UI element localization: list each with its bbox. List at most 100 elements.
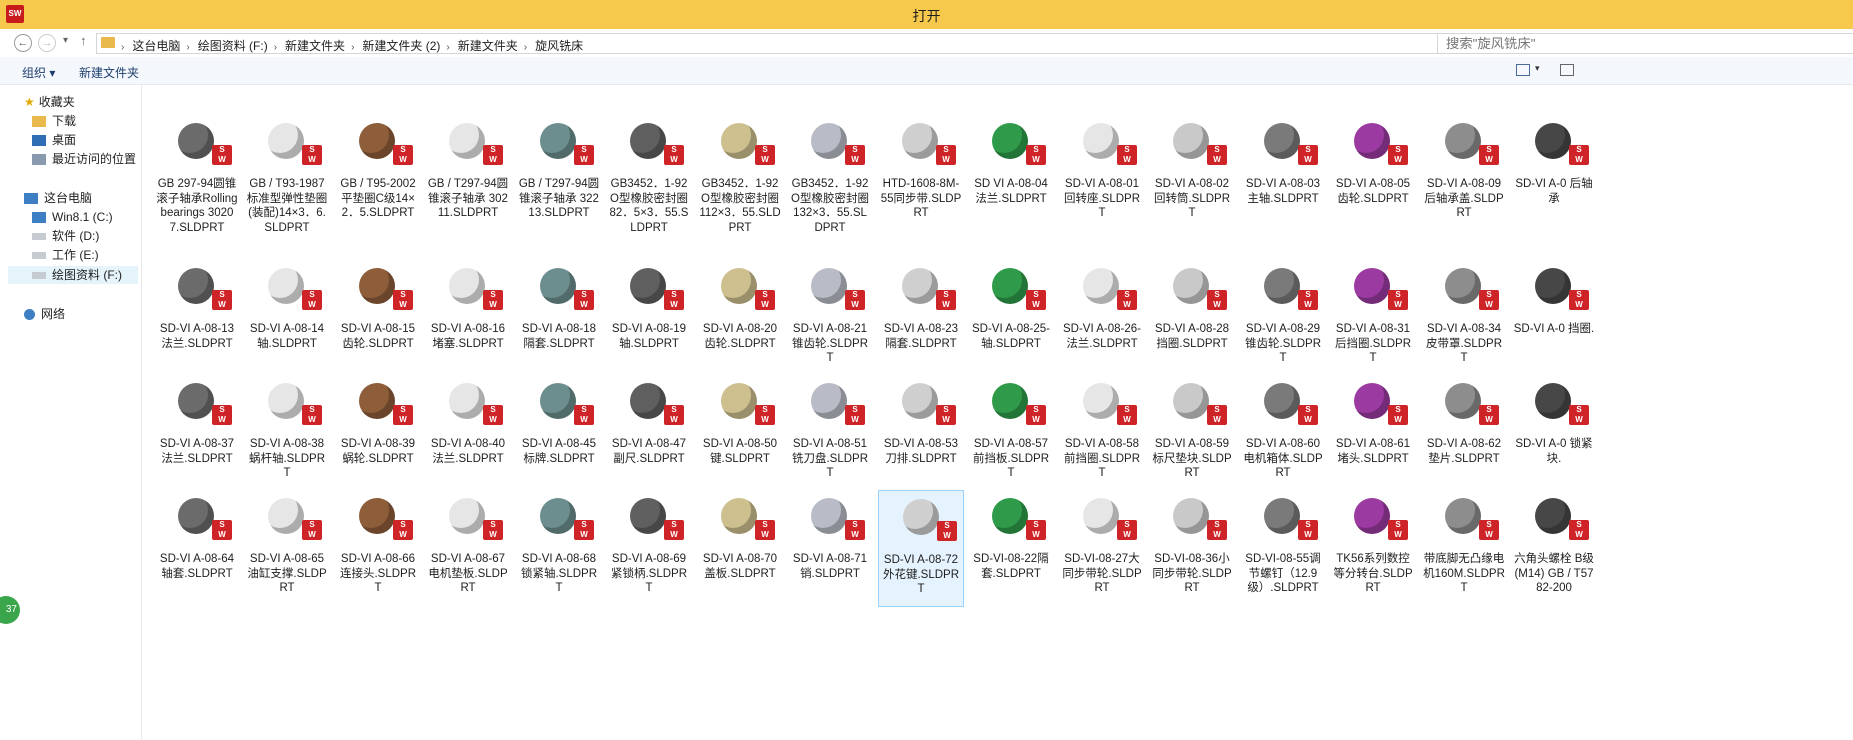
file-item[interactable]: S W GB3452．1-92O型橡胶密封圈132×3．55.SLDPRT — [787, 115, 873, 234]
file-item[interactable]: S W SD-VI A-08-40 法兰.SLDPRT — [425, 375, 511, 480]
file-item[interactable]: S W SD-VI A-08-01 回转座.SLDPRT — [1059, 115, 1145, 220]
file-item[interactable]: S W SD-VI A-08-60 电机箱体.SLDPRT — [1240, 375, 1326, 480]
file-item[interactable]: S W GB / T297-94圆锥滚子轴承 32213.SLDPRT — [516, 115, 602, 220]
change-view-icon[interactable] — [1516, 64, 1530, 76]
file-item[interactable]: S W SD-VI A-08-57 前挡板.SLDPRT — [968, 375, 1054, 480]
file-item[interactable]: S W SD-VI A-08-69 紧锁柄.SLDPRT — [606, 490, 692, 607]
file-item[interactable]: S W SD-VI-08-55调节螺钉（12.9级）.SLDPRT — [1240, 490, 1326, 607]
file-item[interactable]: S W SD-VI-08-27大同步带轮.SLDPRT — [1059, 490, 1145, 607]
file-item[interactable]: S W SD-VI A-08-65 油缸支撑.SLDPRT — [244, 490, 330, 607]
file-item[interactable]: S W SD-VI A-08-58 前挡圈.SLDPRT — [1059, 375, 1145, 480]
breadcrumb-separator-icon[interactable]: › — [121, 42, 124, 53]
file-item[interactable]: S W SD-VI A-08-21 锥齿轮.SLDPRT — [787, 260, 873, 365]
file-item[interactable]: S W SD-VI A-08-50 键.SLDPRT — [697, 375, 783, 480]
file-item[interactable]: S W SD-VI A-08-34 皮带罩.SLDPRT — [1421, 260, 1507, 365]
nav-network[interactable]: 网络 — [24, 305, 65, 323]
back-button[interactable]: ← — [14, 34, 32, 52]
file-item[interactable]: S W SD-VI A-08-16 堵塞.SLDPRT — [425, 260, 511, 365]
nav-drive-d[interactable]: 软件 (D:) — [32, 227, 99, 245]
breadcrumb-item[interactable]: 绘图资料 (F:) — [198, 37, 268, 54]
file-item[interactable]: S W SD-VI A-08-14 轴.SLDPRT — [244, 260, 330, 365]
preview-pane-icon[interactable] — [1560, 64, 1574, 76]
file-item[interactable]: S W SD-VI A-08-20 齿轮.SLDPRT — [697, 260, 783, 365]
file-item[interactable]: S W SD-VI A-08-25-轴.SLDPRT — [968, 260, 1054, 365]
file-item[interactable]: S W SD-VI A-08-53 刀排.SLDPRT — [878, 375, 964, 480]
search-input[interactable] — [1437, 33, 1853, 54]
file-item[interactable]: S W SD-VI A-08-15 齿轮.SLDPRT — [335, 260, 421, 365]
nav-desktop[interactable]: 桌面 — [32, 131, 76, 149]
breadcrumb-separator-icon[interactable]: › — [186, 42, 189, 53]
file-item[interactable]: S W SD-VI A-08-70 盖板.SLDPRT — [697, 490, 783, 607]
file-item[interactable]: S W SD-VI A-08-05 齿轮.SLDPRT — [1330, 115, 1416, 220]
file-item[interactable]: S W SD-VI A-08-59 标尺垫块.SLDPRT — [1149, 375, 1235, 480]
breadcrumb-separator-icon[interactable]: › — [524, 42, 527, 53]
view-options-chevron-icon[interactable]: ▾ — [1535, 63, 1540, 74]
breadcrumb-item[interactable]: 这台电脑 — [132, 37, 180, 54]
part-preview-icon — [1445, 498, 1481, 534]
file-item[interactable]: S W SD-VI A-08-18 隔套.SLDPRT — [516, 260, 602, 365]
file-item[interactable]: S W SD-VI A-08-23 隔套.SLDPRT — [878, 260, 964, 365]
recent-locations-chevron-icon[interactable]: ▾ — [63, 35, 68, 46]
nav-recent-places[interactable]: 最近访问的位置 — [32, 150, 136, 168]
address-bar[interactable]: › 这台电脑 › 绘图资料 (F:) › 新建文件夹 › 新建文件夹 (2) › 新建文件夹 › 旋风… — [96, 33, 1666, 54]
nav-this-pc[interactable]: 这台电脑 — [24, 189, 92, 207]
file-item[interactable]: S W SD-VI A-08-61 堵头.SLDPRT — [1330, 375, 1416, 480]
file-item[interactable]: S W SD-VI A-08-47 副尺.SLDPRT — [606, 375, 692, 480]
file-item[interactable]: S W GB3452．1-92O型橡胶密封圈112×3．55.SLDPRT — [697, 115, 783, 234]
breadcrumb-separator-icon[interactable]: › — [274, 42, 277, 53]
file-item[interactable]: S W SD-VI A-0 后轴承 — [1511, 115, 1597, 220]
file-item[interactable]: S W SD-VI A-08-09 后轴承盖.SLDPRT — [1421, 115, 1507, 220]
file-item[interactable]: S W SD-VI A-08-29 锥齿轮.SLDPRT — [1240, 260, 1326, 365]
breadcrumb-item[interactable]: 新建文件夹 (2) — [362, 37, 440, 54]
file-item[interactable]: S W SD-VI A-08-68 锁紧轴.SLDPRT — [516, 490, 602, 607]
file-name: SD-VI A-08-53 刀排.SLDPRT — [883, 438, 959, 465]
organize-button[interactable]: 组织 ▾ — [22, 64, 55, 81]
file-item[interactable]: S W GB / T93-1987 标准型弹性垫圈(装配)14×3．6.SLDPRT — [244, 115, 330, 234]
file-item[interactable]: S W SD-VI A-08-28 挡圈.SLDPRT — [1149, 260, 1235, 365]
file-item[interactable]: S W SD-VI A-08-02 回转筒.SLDPRT — [1149, 115, 1235, 220]
file-item[interactable]: S W SD-VI A-08-31 后挡圈.SLDPRT — [1330, 260, 1416, 365]
file-item[interactable]: S W 六角头螺栓 B级(M14) GB / T5782-200 — [1511, 490, 1597, 607]
file-item[interactable]: S W SD-VI A-08-72 外花键.SLDPRT — [878, 490, 964, 607]
file-item[interactable]: S W SD-VI A-08-13 法兰.SLDPRT — [154, 260, 240, 365]
file-item[interactable]: S W SD-VI A-08-26-法兰.SLDPRT — [1059, 260, 1145, 365]
file-item[interactable]: S W SD-VI A-0 锁紧块. — [1511, 375, 1597, 480]
breadcrumb-item[interactable]: 旋风铣床 — [535, 37, 583, 54]
nav-drive-c[interactable]: Win8.1 (C:) — [32, 208, 113, 226]
file-item[interactable]: S W HTD-1608-8M-55同步带.SLDPRT — [878, 115, 964, 220]
breadcrumb-separator-icon[interactable]: › — [351, 42, 354, 53]
file-item[interactable]: S W SD-VI A-08-66 连接头.SLDPRT — [335, 490, 421, 607]
breadcrumb-item[interactable]: 新建文件夹 — [285, 37, 345, 54]
up-button[interactable]: ↑ — [80, 33, 87, 48]
file-item[interactable]: S W SD-VI A-08-64 轴套.SLDPRT — [154, 490, 240, 607]
file-item[interactable]: S W SD-VI A-08-51 铣刀盘.SLDPRT — [787, 375, 873, 480]
file-item[interactable]: S W GB / T297-94圆锥滚子轴承 30211.SLDPRT — [425, 115, 511, 220]
file-item[interactable]: S W 带底脚无凸缘电机160M.SLDPRT — [1421, 490, 1507, 607]
file-item[interactable]: S W GB 297-94圆锥滚子轴承Rolling bearings 30207.… — [154, 115, 240, 234]
nav-favorites[interactable]: ★ 收藏夹 — [24, 93, 75, 111]
breadcrumb-separator-icon[interactable]: › — [446, 42, 449, 53]
nav-downloads[interactable]: 下载 — [32, 112, 76, 130]
file-item[interactable]: S W SD-VI A-08-19 轴.SLDPRT — [606, 260, 692, 365]
file-item[interactable]: S W GB / T95-2002 平垫圈C级14×2．5.SLDPRT — [335, 115, 421, 220]
new-folder-button[interactable]: 新建文件夹 — [79, 64, 139, 81]
file-item[interactable]: S W SD-VI A-08-38 蜗杆轴.SLDPRT — [244, 375, 330, 480]
forward-button[interactable]: → — [38, 34, 56, 52]
file-item[interactable]: S W SD-VI-08-36小同步带轮.SLDPRT — [1149, 490, 1235, 607]
file-item[interactable]: S W SD-VI A-0 挡圈. — [1511, 260, 1597, 365]
file-item[interactable]: S W TK56系列数控等分转台.SLDPRT — [1330, 490, 1416, 607]
nav-drive-e[interactable]: 工作 (E:) — [32, 246, 99, 264]
file-item[interactable]: S W SD-VI A-08-39 蜗轮.SLDPRT — [335, 375, 421, 480]
file-item[interactable]: S W GB3452．1-92O型橡胶密封圈82．5×3．55.SLDPRT — [606, 115, 692, 234]
file-item[interactable]: S W SD-VI A-08-62 垫片.SLDPRT — [1421, 375, 1507, 480]
file-item[interactable]: S W SD-VI A-08-37 法兰.SLDPRT — [154, 375, 240, 480]
file-item[interactable]: S W SD-VI-08-22隔套.SLDPRT — [968, 490, 1054, 607]
file-item[interactable]: S W SD-VI A-08-67 电机垫板.SLDPRT — [425, 490, 511, 607]
file-item[interactable]: S W SD-VI A-08-03 主轴.SLDPRT — [1240, 115, 1326, 220]
file-item[interactable]: S W SD VI A-08-04 法兰.SLDPRT — [968, 115, 1054, 220]
solidworks-file-icon: SW — [664, 145, 684, 165]
breadcrumb-item[interactable]: 新建文件夹 — [458, 37, 518, 54]
file-item[interactable]: S W SD-VI A-08-71 销.SLDPRT — [787, 490, 873, 607]
nav-drive-f[interactable]: 绘图资料 (F:) — [8, 266, 138, 284]
file-item[interactable]: S W SD-VI A-08-45 标牌.SLDPRT — [516, 375, 602, 480]
